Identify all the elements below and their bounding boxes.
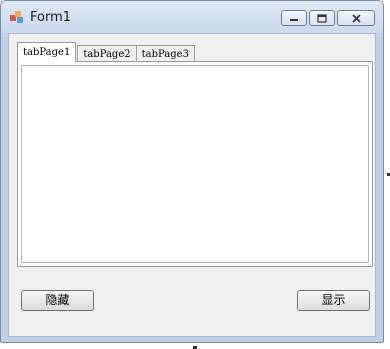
show-button[interactable]: 显示 — [297, 290, 370, 311]
window-title: Form1 — [30, 10, 72, 25]
tab-panel — [17, 61, 373, 267]
maximize-icon — [317, 13, 327, 23]
tab-page1[interactable]: tabPage1 — [17, 42, 77, 62]
close-button[interactable] — [337, 10, 375, 26]
client-area: tabPage1 tabPage2 tabPage3 隐藏 显示 — [8, 33, 376, 337]
hide-button[interactable]: 隐藏 — [21, 290, 94, 311]
tab-page3[interactable]: tabPage3 — [135, 45, 195, 62]
minimize-button[interactable] — [281, 10, 307, 26]
form-window: Form1 tabPage1 tabPage2 tabPage3 隐藏 显示 — [0, 0, 384, 343]
tab-page-content — [21, 65, 369, 263]
minimize-icon — [290, 19, 298, 21]
app-icon — [10, 11, 23, 23]
close-icon — [351, 13, 361, 23]
caption-buttons — [279, 10, 375, 27]
maximize-button[interactable] — [309, 10, 335, 26]
tab-strip: tabPage1 tabPage2 tabPage3 — [17, 42, 195, 62]
tab-page2[interactable]: tabPage2 — [77, 45, 137, 62]
title-bar[interactable]: Form1 — [1, 1, 383, 33]
